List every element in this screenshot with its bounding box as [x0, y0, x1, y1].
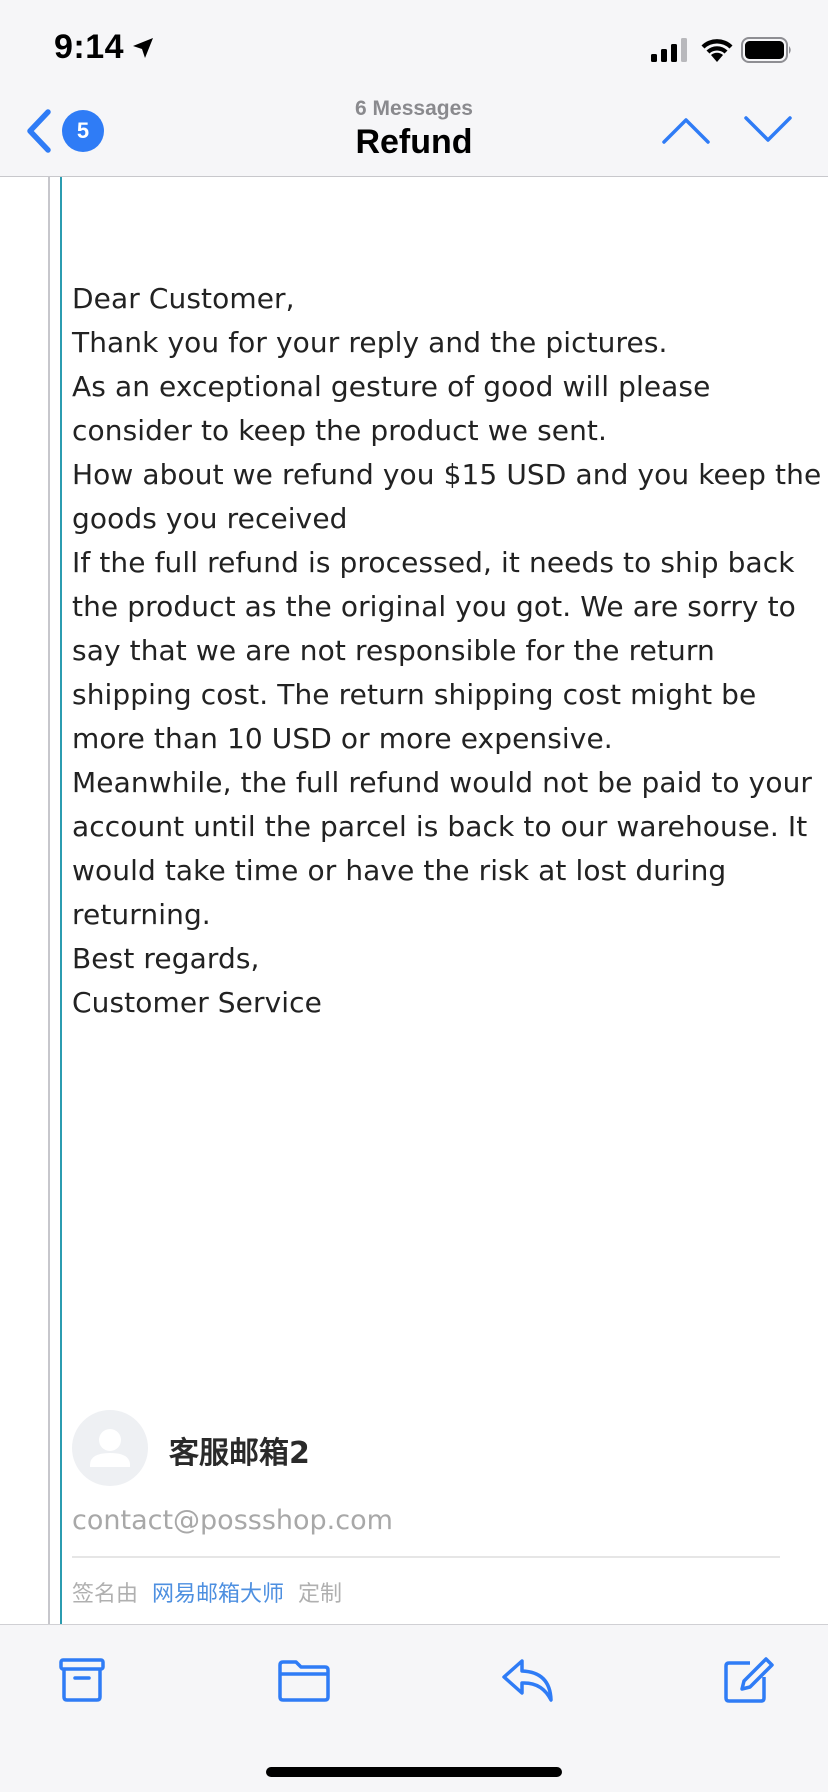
message-line: the product as the original you got. We … — [72, 590, 796, 623]
previous-message-button[interactable] — [660, 110, 712, 150]
message-count-label: 6 Messages — [355, 97, 473, 120]
cellular-signal-icon — [651, 38, 687, 62]
message-line: Customer Service — [72, 986, 322, 1019]
navigation-bar: 5 6 Messages Refund — [0, 96, 828, 177]
reply-button[interactable] — [500, 1655, 556, 1705]
signature-name: 客服邮箱2 — [169, 1436, 310, 1471]
compose-button[interactable] — [720, 1655, 776, 1705]
archive-button[interactable] — [54, 1655, 110, 1705]
chevron-down-icon — [744, 116, 792, 142]
next-message-button[interactable] — [742, 110, 794, 150]
message-line: say that we are not responsible for the … — [72, 634, 715, 667]
signature-divider — [72, 1556, 780, 1558]
message-line: Best regards, — [72, 942, 260, 975]
message-line: shipping cost. The return shipping cost … — [72, 678, 757, 711]
message-line: Meanwhile, the full refund would not be … — [72, 766, 813, 799]
message-line: consider to keep the product we sent. — [72, 414, 608, 447]
message-body: Dear Customer, Thank you for your reply … — [72, 277, 822, 1025]
battery-icon — [741, 37, 791, 63]
back-button[interactable]: 5 — [20, 106, 110, 158]
message-line: returning. — [72, 898, 211, 931]
signature-footer-link[interactable]: 网易邮箱大师 — [152, 1582, 284, 1607]
signature-footer: 签名由 网易邮箱大师 定制 — [72, 1576, 342, 1608]
signature-footer-prefix: 签名由 — [72, 1582, 139, 1607]
status-time: 9:14 — [54, 28, 125, 66]
signature-footer-suffix: 定制 — [298, 1582, 343, 1607]
reply-icon — [502, 1659, 553, 1702]
quote-divider-inner — [60, 177, 62, 1624]
message-line: Thank you for your reply and the picture… — [72, 326, 668, 359]
location-arrow-icon — [133, 38, 153, 58]
compose-icon — [724, 1657, 774, 1703]
nav-title-group: 6 Messages Refund — [214, 96, 614, 162]
message-line: more than 10 USD or more expensive. — [72, 722, 613, 755]
folder-icon — [278, 1660, 330, 1702]
unread-count-badge: 5 — [62, 110, 104, 152]
thread-title: Refund — [355, 123, 473, 161]
bottom-toolbar — [0, 1624, 828, 1792]
message-line: As an exceptional gesture of good will p… — [72, 370, 711, 403]
mail-screen: 9:14 5 6 Messages Refund Dear Customer, … — [0, 0, 828, 1792]
message-line: If the full refund is processed, it need… — [72, 546, 795, 579]
status-bar: 9:14 — [0, 0, 828, 96]
move-to-folder-button[interactable] — [276, 1655, 332, 1705]
person-icon — [90, 1429, 130, 1467]
message-line: Dear Customer, — [72, 282, 295, 315]
chevron-left-icon — [27, 109, 51, 153]
wifi-icon — [701, 39, 733, 62]
avatar — [72, 1410, 148, 1486]
message-line: account until the parcel is back to our … — [72, 810, 808, 843]
quote-divider-outer — [48, 177, 50, 1624]
chevron-up-icon — [662, 118, 710, 144]
message-content[interactable]: Dear Customer, Thank you for your reply … — [0, 177, 828, 1624]
archive-icon — [59, 1658, 105, 1702]
message-line: How about we refund you $15 USD and you … — [72, 458, 822, 491]
home-indicator[interactable] — [266, 1767, 562, 1777]
message-line: would take time or have the risk at lost… — [72, 854, 727, 887]
message-line: goods you received — [72, 502, 348, 535]
signature-email[interactable]: contact@possshop.com — [72, 1505, 393, 1536]
